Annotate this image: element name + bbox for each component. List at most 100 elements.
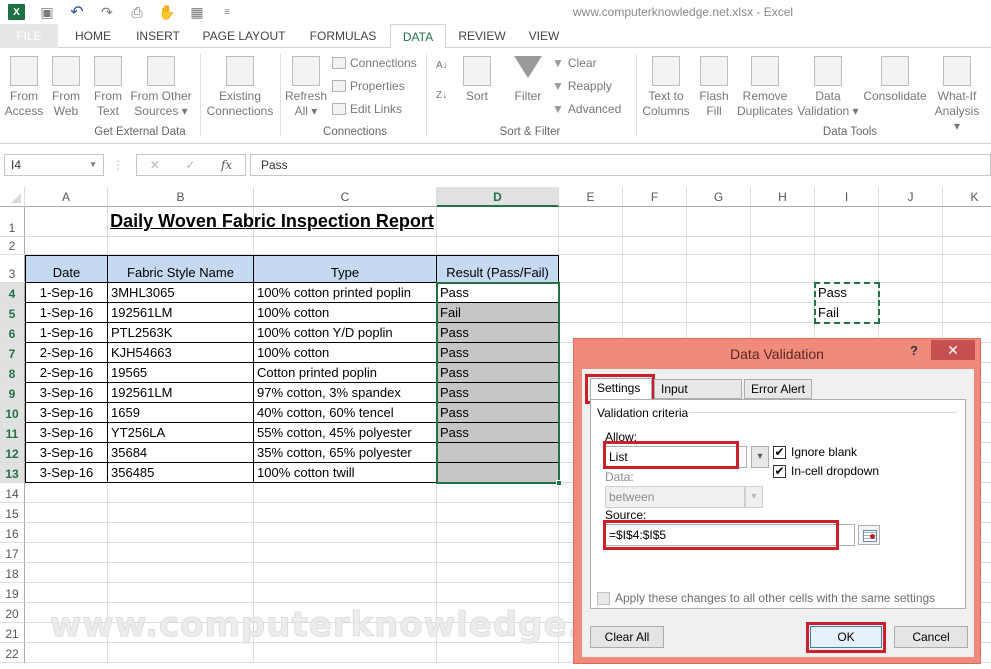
table-cell[interactable]: 192561LM bbox=[108, 383, 254, 403]
table-cell[interactable]: KJH54663 bbox=[108, 343, 254, 363]
table-header-cell[interactable]: Date bbox=[25, 255, 108, 283]
cell[interactable] bbox=[751, 283, 815, 303]
cell[interactable] bbox=[437, 483, 559, 503]
table-cell[interactable]: 100% cotton printed poplin bbox=[254, 283, 437, 303]
cell[interactable] bbox=[751, 207, 815, 237]
cell[interactable] bbox=[687, 207, 751, 237]
allow-select[interactable]: List bbox=[605, 446, 747, 468]
result-cell[interactable] bbox=[437, 463, 559, 483]
advanced-filter-button[interactable]: ▼ Advanced bbox=[552, 102, 621, 116]
result-cell[interactable]: Pass bbox=[437, 283, 559, 303]
row-header-20[interactable]: 20 bbox=[0, 603, 25, 623]
insert-function-icon[interactable]: fx bbox=[221, 158, 232, 172]
cell[interactable] bbox=[687, 303, 751, 323]
column-header-d[interactable]: D bbox=[437, 187, 559, 207]
resize-handle[interactable]: ⋮ bbox=[112, 158, 124, 172]
row-header-19[interactable]: 19 bbox=[0, 583, 25, 603]
cell[interactable] bbox=[25, 643, 108, 663]
column-header-c[interactable]: C bbox=[254, 187, 437, 207]
row-header-21[interactable]: 21 bbox=[0, 623, 25, 643]
table-cell[interactable]: 100% cotton Y/D poplin bbox=[254, 323, 437, 343]
result-cell[interactable]: Pass bbox=[437, 363, 559, 383]
from-other-sources-button[interactable]: From Other Sources ▾ bbox=[128, 56, 194, 119]
tab-error-alert[interactable]: Error Alert bbox=[744, 379, 812, 399]
table-cell[interactable]: 35684 bbox=[108, 443, 254, 463]
existing-connections-button[interactable]: Existing Connections bbox=[204, 56, 276, 119]
print-preview-icon[interactable]: ⎙ bbox=[129, 4, 145, 20]
cell[interactable] bbox=[623, 303, 687, 323]
table-cell[interactable]: 55% cotton, 45% polyester bbox=[254, 423, 437, 443]
cell[interactable] bbox=[623, 283, 687, 303]
list-source-cell[interactable]: Pass bbox=[815, 283, 879, 303]
column-header-h[interactable]: H bbox=[751, 187, 815, 207]
source-input[interactable]: =$I$4:$I$5 bbox=[605, 524, 855, 546]
column-header-b[interactable]: B bbox=[108, 187, 254, 207]
table-cell[interactable]: YT256LA bbox=[108, 423, 254, 443]
table-header-cell[interactable]: Fabric Style Name bbox=[108, 255, 254, 283]
cell[interactable] bbox=[623, 237, 687, 255]
result-cell[interactable]: Pass bbox=[437, 323, 559, 343]
result-cell[interactable]: Pass bbox=[437, 403, 559, 423]
table-cell[interactable]: 3-Sep-16 bbox=[25, 443, 108, 463]
filter-button[interactable]: Filter bbox=[510, 56, 546, 104]
cell[interactable] bbox=[108, 483, 254, 503]
cell[interactable] bbox=[751, 303, 815, 323]
list-source-cell[interactable]: Fail bbox=[815, 303, 879, 323]
table-icon[interactable]: ▦ bbox=[189, 4, 205, 20]
table-cell[interactable]: 192561LM bbox=[108, 303, 254, 323]
apply-all-checkbox[interactable] bbox=[597, 592, 610, 605]
consolidate-button[interactable]: Consolidate bbox=[862, 56, 928, 104]
cell[interactable] bbox=[108, 503, 254, 523]
cell[interactable] bbox=[254, 563, 437, 583]
table-cell[interactable]: 97% cotton, 3% spandex bbox=[254, 383, 437, 403]
table-cell[interactable]: 1-Sep-16 bbox=[25, 303, 108, 323]
table-cell[interactable]: 1659 bbox=[108, 403, 254, 423]
enter-icon[interactable]: ✓ bbox=[185, 158, 195, 172]
cell[interactable] bbox=[559, 255, 623, 283]
sort-z-a-button[interactable]: Z↓ bbox=[436, 90, 447, 101]
row-header-10[interactable]: 10 bbox=[0, 403, 25, 423]
cell[interactable] bbox=[943, 255, 991, 283]
table-cell[interactable]: 100% cotton bbox=[254, 303, 437, 323]
cell[interactable] bbox=[108, 563, 254, 583]
ignore-blank-checkbox[interactable]: ✔ bbox=[773, 446, 786, 459]
cell[interactable] bbox=[254, 483, 437, 503]
row-header-4[interactable]: 4 bbox=[0, 283, 25, 303]
cell[interactable] bbox=[879, 255, 943, 283]
cell[interactable] bbox=[943, 207, 991, 237]
from-access-button[interactable]: From Access bbox=[4, 56, 44, 119]
row-header-2[interactable]: 2 bbox=[0, 237, 25, 255]
row-header-17[interactable]: 17 bbox=[0, 543, 25, 563]
cell[interactable] bbox=[254, 583, 437, 603]
cell[interactable] bbox=[687, 237, 751, 255]
what-if-analysis-button[interactable]: What-If Analysis ▾ bbox=[932, 56, 982, 134]
from-web-button[interactable]: From Web bbox=[48, 56, 84, 119]
clear-filter-button[interactable]: ▼ Clear bbox=[552, 56, 597, 70]
result-cell[interactable]: Pass bbox=[437, 423, 559, 443]
column-header-i[interactable]: I bbox=[815, 187, 879, 207]
cell[interactable] bbox=[751, 237, 815, 255]
cell[interactable] bbox=[437, 563, 559, 583]
remove-duplicates-button[interactable]: Remove Duplicates bbox=[734, 56, 796, 119]
cell[interactable] bbox=[437, 503, 559, 523]
row-header-15[interactable]: 15 bbox=[0, 503, 25, 523]
save-icon[interactable]: ▣ bbox=[39, 4, 55, 20]
cell[interactable] bbox=[108, 523, 254, 543]
column-header-e[interactable]: E bbox=[559, 187, 623, 207]
cell[interactable] bbox=[879, 283, 943, 303]
row-header-7[interactable]: 7 bbox=[0, 343, 25, 363]
cancel-icon[interactable]: ✕ bbox=[150, 158, 160, 172]
refresh-all-button[interactable]: Refresh All ▾ bbox=[284, 56, 328, 119]
cell[interactable] bbox=[623, 255, 687, 283]
ok-button[interactable]: OK bbox=[810, 626, 882, 648]
touch-mode-icon[interactable]: ✋ bbox=[158, 4, 175, 20]
name-box[interactable]: I4 ▼ bbox=[4, 154, 104, 176]
table-cell[interactable]: 35% cotton, 65% polyester bbox=[254, 443, 437, 463]
row-header-3[interactable]: 3 bbox=[0, 255, 25, 283]
column-header-f[interactable]: F bbox=[623, 187, 687, 207]
cell[interactable] bbox=[437, 543, 559, 563]
cell[interactable] bbox=[108, 543, 254, 563]
result-cell[interactable]: Pass bbox=[437, 383, 559, 403]
result-cell[interactable]: Fail bbox=[437, 303, 559, 323]
table-cell[interactable]: 1-Sep-16 bbox=[25, 283, 108, 303]
